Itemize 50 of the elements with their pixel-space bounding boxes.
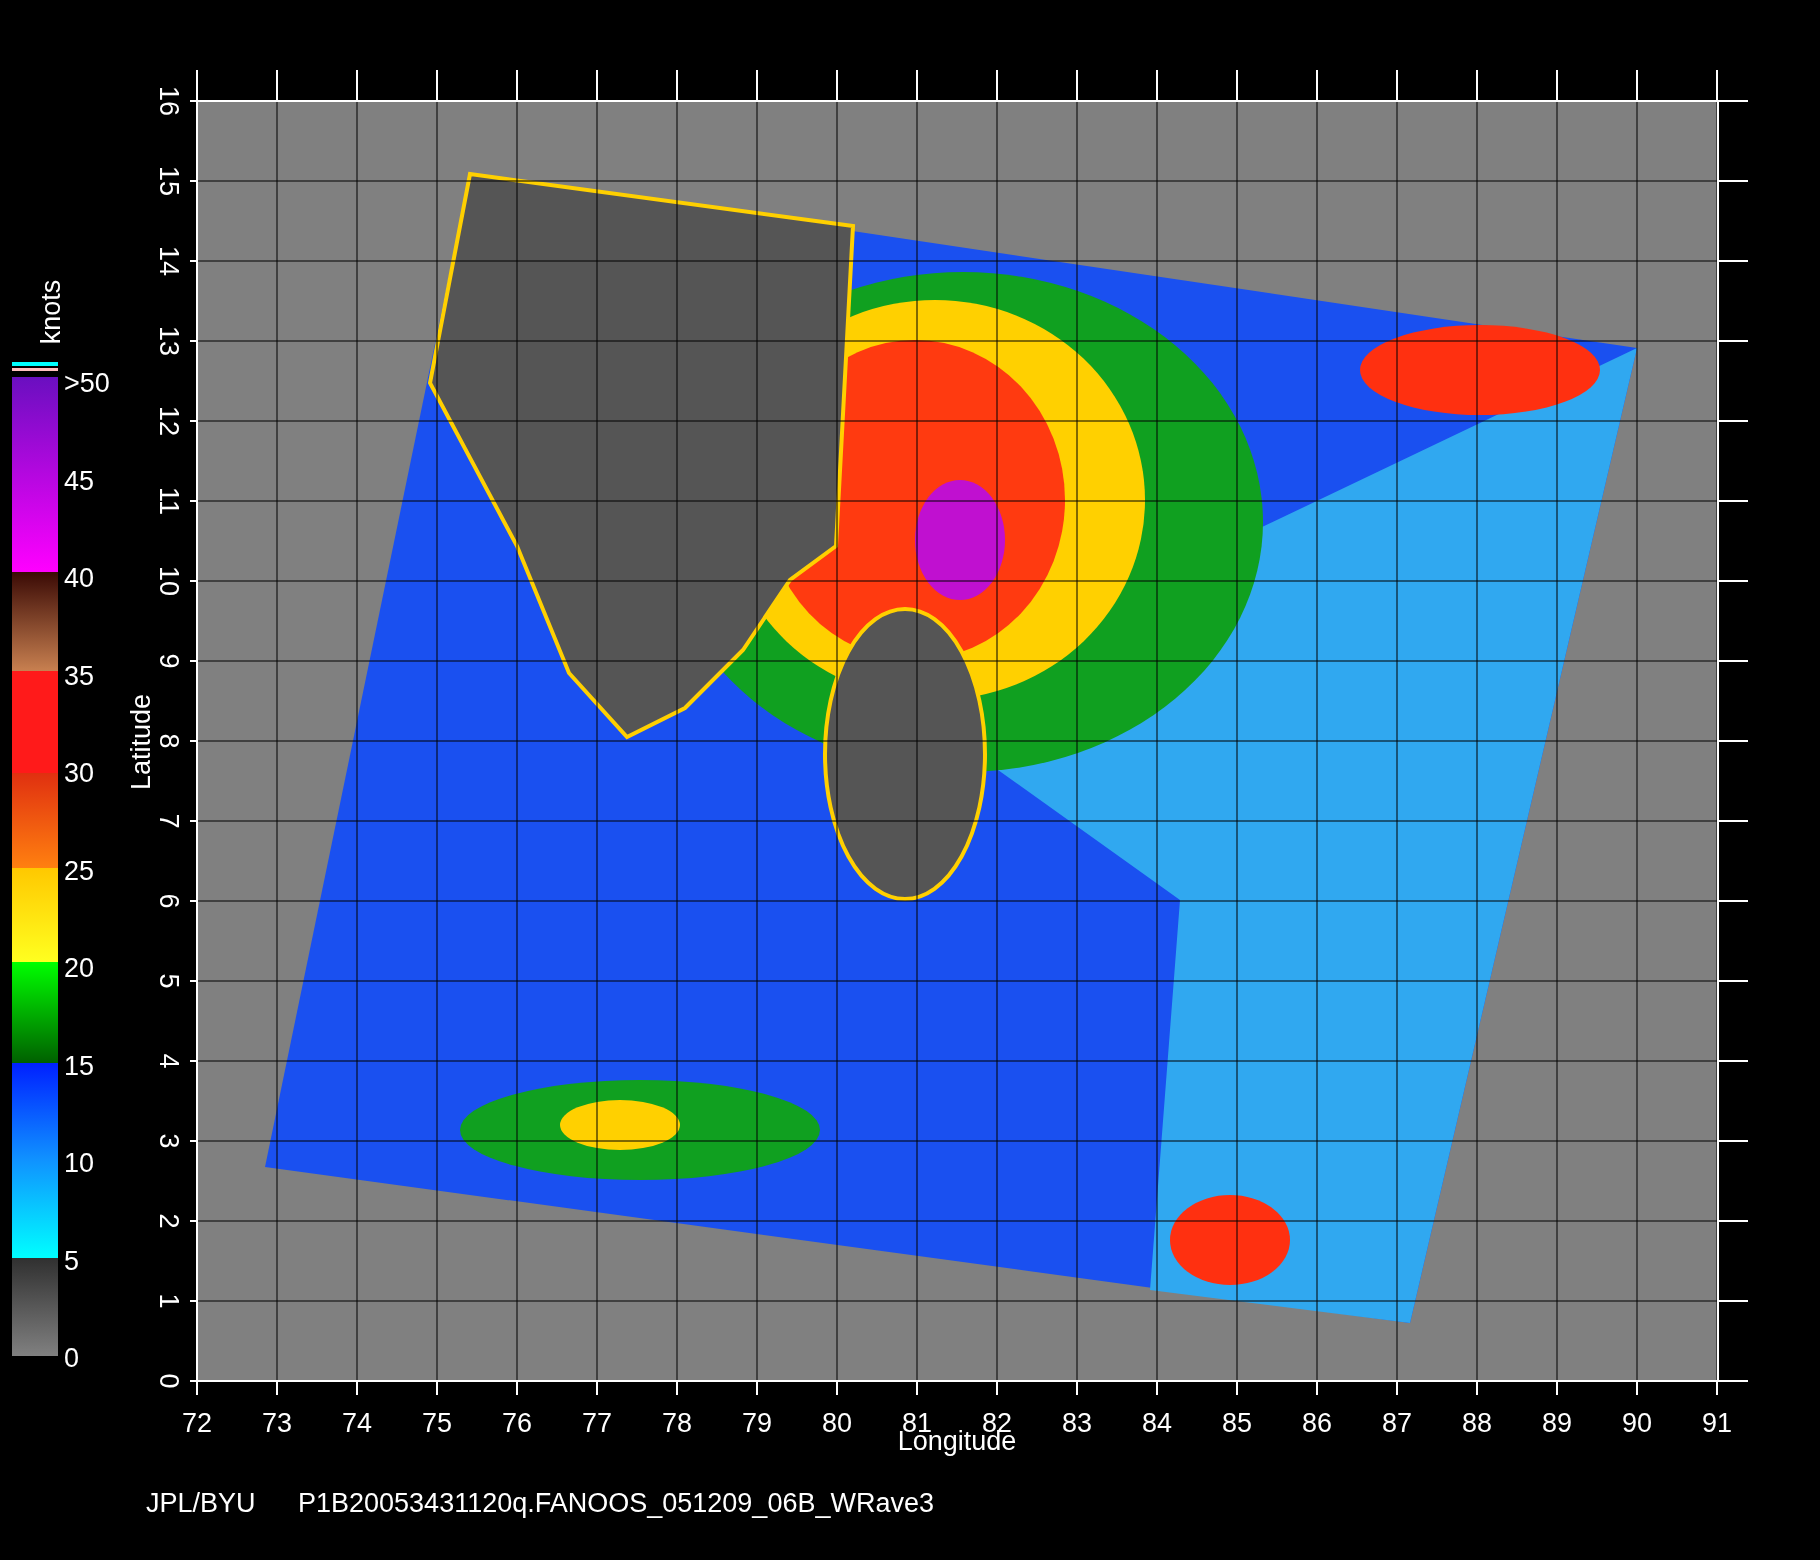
color-scale-label: 45 xyxy=(64,465,95,496)
axis-tick-label: 78 xyxy=(662,1408,692,1438)
axis-tick-label: 85 xyxy=(1222,1408,1252,1438)
axis-tick-label: 77 xyxy=(582,1408,612,1438)
axis-tick-label: 83 xyxy=(1062,1408,1092,1438)
axis-tick-label: 13 xyxy=(154,326,184,356)
axis-tick-label: 16 xyxy=(154,86,184,116)
axis-tick-label: 74 xyxy=(342,1408,372,1438)
axis-tick-label: 90 xyxy=(1622,1408,1652,1438)
axis-tick-label: 84 xyxy=(1142,1408,1172,1438)
axis-tick-label: 91 xyxy=(1702,1408,1732,1438)
axis-tick-label: 87 xyxy=(1382,1408,1412,1438)
axis-tick-label: 14 xyxy=(154,246,184,276)
axis-tick-label: 86 xyxy=(1302,1408,1332,1438)
file-name: P1B20053431120q.FANOOS_051209_06B_WRave3 xyxy=(298,1488,934,1518)
axis-tick-label: 89 xyxy=(1542,1408,1572,1438)
color-scale-unit: knots xyxy=(36,279,66,345)
axis-tick-label: 15 xyxy=(154,166,184,196)
axis-tick-label: 79 xyxy=(742,1408,772,1438)
axis-tick-label: 6 xyxy=(154,893,184,909)
axis-tick-label: 11 xyxy=(154,487,184,515)
color-scale-label: 35 xyxy=(64,660,95,691)
axis-tick-label: 3 xyxy=(154,1133,184,1149)
axis-tick-label: 7 xyxy=(154,813,184,829)
color-scale-label: 0 xyxy=(64,1343,80,1373)
axis-tick-label: 73 xyxy=(262,1408,292,1438)
source-label: JPL/BYU xyxy=(146,1488,256,1518)
color-scale-label: 30 xyxy=(64,758,95,788)
axis-tick-label: 80 xyxy=(822,1408,852,1438)
axis-tick-label: 4 xyxy=(154,1053,184,1069)
color-scale-label: 20 xyxy=(64,953,95,983)
color-scale-label: 40 xyxy=(64,563,95,593)
axis-tick-label: 0 xyxy=(154,1373,184,1389)
color-scale-label: 25 xyxy=(64,855,95,886)
color-scale-label: 10 xyxy=(64,1148,95,1178)
axis-tick-label: 88 xyxy=(1462,1408,1492,1438)
color-scale-label: 15 xyxy=(64,1050,95,1081)
axis-tick-label: 8 xyxy=(154,733,184,749)
axis-tick-label: 1 xyxy=(154,1293,184,1309)
axis-tick-label: 72 xyxy=(182,1408,212,1438)
axis-tick-label: 12 xyxy=(154,406,184,436)
axis-title: Latitude xyxy=(126,693,156,791)
axis-tick-label: 75 xyxy=(422,1408,452,1438)
axis-tick-label: 9 xyxy=(154,653,184,669)
color-scale-label: 5 xyxy=(64,1245,80,1276)
axis-tick-label: 5 xyxy=(154,973,184,989)
axis-tick-label: 10 xyxy=(154,566,184,596)
axis-tick-label: 2 xyxy=(154,1213,184,1229)
axis-tick-label: 76 xyxy=(502,1408,532,1438)
color-scale-label: >50 xyxy=(64,368,110,398)
